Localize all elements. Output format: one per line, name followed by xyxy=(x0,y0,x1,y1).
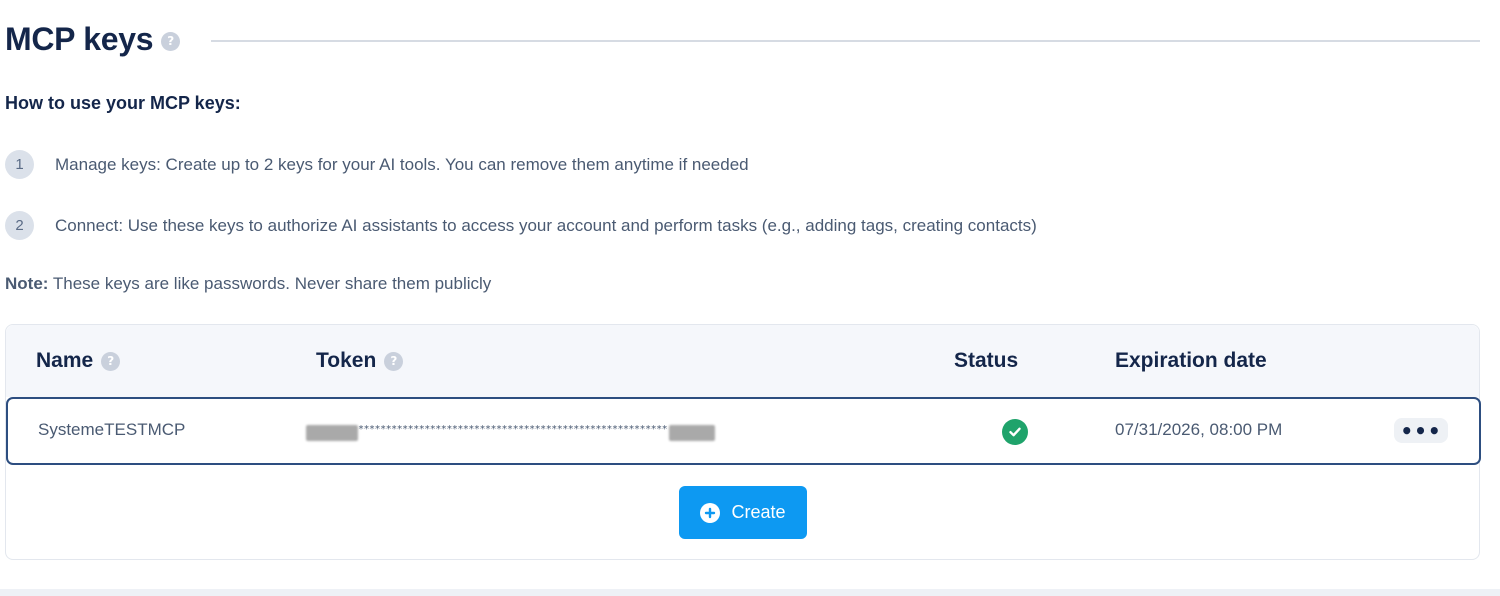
column-header-label: Name xyxy=(36,349,94,372)
column-header-expiration: Expiration date xyxy=(1115,349,1267,372)
create-button-label: Create xyxy=(731,502,786,522)
section-header: MCP keys ? xyxy=(5,18,1480,60)
page-footer-divider xyxy=(0,589,1500,596)
step-number: 1 xyxy=(5,150,34,179)
keys-table: Name ? Token ? Status Expiration date Sy… xyxy=(5,324,1481,560)
key-token[interactable]: ****************************************… xyxy=(306,417,716,441)
instruction-step: 1 Manage keys: Create up to 2 keys for y… xyxy=(5,150,749,179)
table-header: Name ? Token ? Status Expiration date xyxy=(6,325,1479,397)
create-key-button[interactable]: Create xyxy=(679,486,807,539)
step-text: Connect: Use these keys to authorize AI … xyxy=(55,215,1037,235)
status-badge xyxy=(1002,419,1028,445)
column-header-token: Token ? xyxy=(316,349,404,373)
instructions-heading: How to use your MCP keys: xyxy=(5,93,241,113)
instruction-step: 2 Connect: Use these keys to authorize A… xyxy=(5,211,1037,240)
plus-circle-icon xyxy=(700,502,721,523)
header-divider xyxy=(211,40,1480,42)
mcp-keys-page: MCP keys ? How to use your MCP keys: 1 M… xyxy=(0,0,1500,596)
step-number: 2 xyxy=(5,211,34,240)
column-header-name: Name ? xyxy=(36,349,121,373)
row-actions-button[interactable]: ••• xyxy=(1394,418,1448,443)
note-label: Note: xyxy=(5,274,49,293)
table-row: SystemeTESTMCP *************************… xyxy=(6,397,1481,465)
redacted-region xyxy=(306,425,358,441)
page-title: MCP keys xyxy=(5,20,154,57)
column-header-status: Status xyxy=(954,349,1019,372)
redacted-region xyxy=(669,425,716,441)
security-note: Note: These keys are like passwords. Nev… xyxy=(5,274,491,294)
check-circle-icon xyxy=(1002,419,1028,445)
key-name: SystemeTESTMCP xyxy=(38,420,186,439)
help-icon[interactable]: ? xyxy=(101,351,121,371)
token-mask: ****************************************… xyxy=(358,423,668,435)
help-icon[interactable]: ? xyxy=(161,31,181,51)
note-text: These keys are like passwords. Never sha… xyxy=(48,274,492,293)
help-icon[interactable]: ? xyxy=(384,351,404,371)
column-header-label: Token xyxy=(316,349,377,372)
step-text: Manage keys: Create up to 2 keys for you… xyxy=(55,154,749,174)
expiration-date: 07/31/2026, 08:00 PM xyxy=(1115,420,1283,439)
